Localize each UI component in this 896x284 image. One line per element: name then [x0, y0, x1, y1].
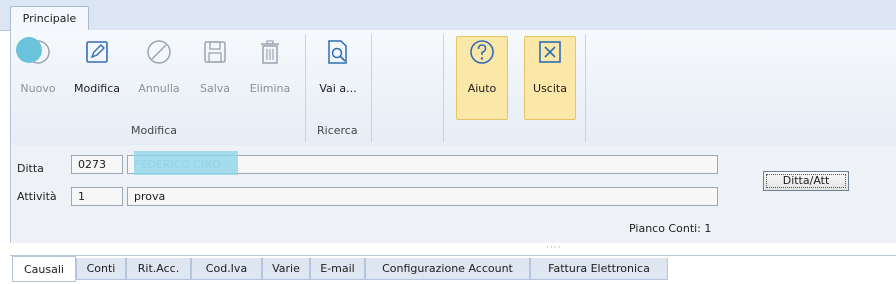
cancel-icon — [147, 40, 171, 64]
tab-cod-iva[interactable]: Cod.Iva — [191, 258, 262, 280]
ribbon-tab-strip: Principale — [0, 0, 896, 31]
salva-button[interactable]: Salva — [191, 38, 239, 95]
group-separator — [585, 34, 586, 142]
tab-causali[interactable]: Causali — [12, 256, 76, 282]
vai-a-label: Vai a... — [319, 82, 357, 95]
group-separator — [371, 34, 372, 142]
vai-a-button[interactable]: Vai a... — [313, 38, 363, 95]
annulla-button[interactable]: Annulla — [131, 38, 187, 95]
edit-icon — [86, 41, 108, 63]
attivita-name-field[interactable]: prova — [127, 187, 718, 206]
save-icon — [204, 41, 226, 63]
aiuto-button[interactable]: Aiuto — [456, 38, 508, 95]
tab-rit-acc[interactable]: Rit.Acc. — [126, 258, 191, 280]
aiuto-label: Aiuto — [467, 82, 497, 95]
piano-conti-text: Pianco Conti: 1 — [629, 222, 712, 235]
uscita-button[interactable]: Uscita — [524, 38, 576, 95]
nuovo-label: Nuovo — [20, 82, 56, 95]
tab-configurazione-account[interactable]: Configurazione Account — [365, 258, 530, 280]
ribbon-panel: Nuovo Modifica Annulla Salva Elimina Mod… — [10, 30, 896, 146]
splitter-handle[interactable]: ···· — [546, 243, 561, 253]
salva-label: Salva — [199, 82, 231, 95]
avatar — [16, 37, 42, 63]
attivita-label: Attività — [17, 190, 57, 203]
trash-icon — [261, 40, 279, 64]
elimina-button[interactable]: Elimina — [243, 38, 297, 95]
tab-varie[interactable]: Varie — [262, 258, 310, 280]
group-separator — [443, 34, 444, 142]
elimina-label: Elimina — [249, 82, 291, 95]
tab-conti[interactable]: Conti — [76, 258, 126, 280]
attivita-code-field[interactable]: 1 — [71, 187, 123, 206]
modifica-button[interactable]: Modifica — [67, 38, 127, 95]
tab-email[interactable]: E-mail — [310, 258, 365, 280]
close-icon — [539, 41, 561, 63]
bottom-tab-strip: Causali Conti Rit.Acc. Cod.Iva Varie E-m… — [10, 255, 896, 284]
ditta-code-field[interactable]: 0273 — [71, 155, 123, 174]
modifica-label: Modifica — [74, 82, 120, 95]
annulla-label: Annulla — [138, 82, 180, 95]
search-document-icon — [328, 40, 347, 64]
ribbon-tab-principale[interactable]: Principale — [10, 6, 89, 31]
ditta-label: Ditta — [17, 162, 44, 175]
redaction-overlay — [134, 151, 238, 175]
group-separator — [305, 34, 306, 142]
help-icon — [470, 40, 494, 64]
group-label-ricerca: Ricerca — [317, 124, 358, 137]
uscita-label: Uscita — [533, 82, 567, 95]
tab-fattura-elettronica[interactable]: Fattura Elettronica — [530, 258, 668, 280]
group-label-modifica: Modifica — [131, 124, 177, 137]
ditta-att-button[interactable]: Ditta/Att — [763, 171, 849, 191]
